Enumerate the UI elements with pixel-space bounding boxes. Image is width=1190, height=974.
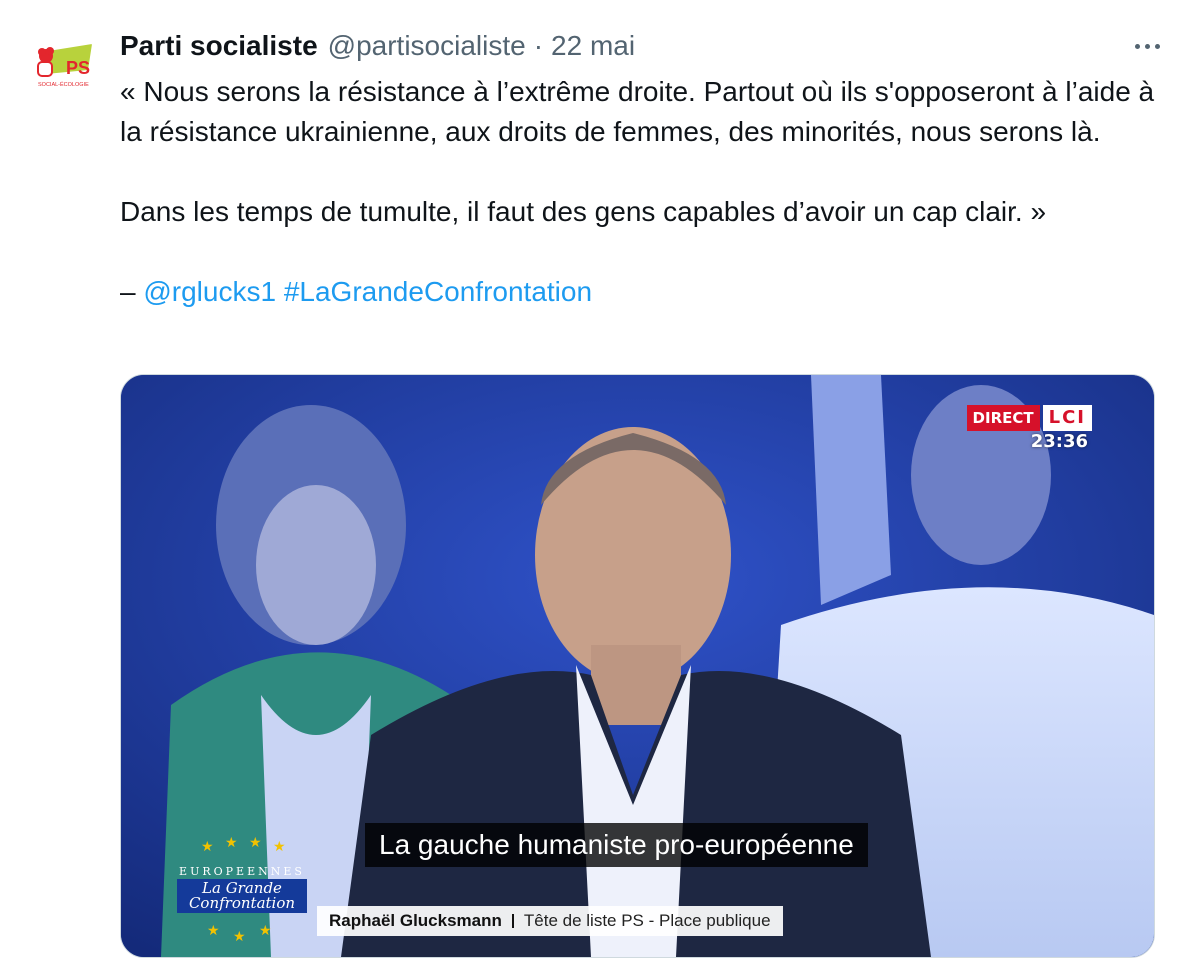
svg-text:★: ★ [233, 928, 246, 944]
signature-prefix: – [120, 276, 144, 307]
tweet-header: Parti socialiste @partisocialiste · 22 m… [120, 26, 1160, 66]
broadcast-clock: 23:36 [1030, 431, 1088, 452]
lower-third-divider [511, 914, 514, 928]
svg-text:★: ★ [207, 922, 220, 938]
tweet-media-video[interactable]: DIRECT LCI 23:36 La gauche humaniste pro… [120, 374, 1155, 958]
speaker-name: Raphaël Glucksmann [329, 911, 502, 930]
more-horizontal-icon [1135, 43, 1140, 49]
show-title-line-2: Confrontation [188, 894, 296, 912]
avatar-sublabel: SOCIAL-ÉCOLOGIE [38, 81, 89, 88]
tweet-paragraph-1: « Nous serons la résistance à l’extrême … [120, 76, 1155, 147]
live-badge: DIRECT LCI [966, 405, 1092, 431]
svg-text:★: ★ [225, 835, 238, 850]
speaker-role: Tête de liste PS - Place publique [523, 911, 771, 930]
show-title-top: EUROPEENNES [179, 865, 305, 878]
svg-text:★: ★ [201, 838, 214, 854]
show-logo: ★ ★ ★ ★ ★ ★ ★ EUROPEENNES La Grande Conf… [177, 834, 307, 945]
lower-third-banner: Raphaël Glucksmann Tête de liste PS - Pl… [317, 906, 783, 936]
svg-text:★: ★ [273, 838, 286, 854]
hashtag-link[interactable]: #LaGrandeConfrontation [284, 276, 592, 307]
avatar-label: PS [66, 58, 90, 78]
show-title-main: La Grande Confrontation [177, 879, 307, 913]
tweet-paragraph-2: Dans les temps de tumulte, il faut des g… [120, 196, 1047, 227]
more-horizontal-icon-dot [1145, 43, 1150, 49]
svg-text:★: ★ [249, 835, 262, 850]
direct-label: DIRECT [966, 405, 1040, 431]
separator-dot: · [533, 30, 544, 61]
svg-text:★: ★ [259, 922, 272, 938]
more-options-button[interactable] [1120, 32, 1160, 60]
author-avatar[interactable]: PS SOCIAL-ÉCOLOGIE [24, 30, 100, 106]
author-handle[interactable]: @partisocialiste [328, 26, 526, 66]
tweet-date[interactable]: 22 mai [551, 26, 635, 66]
tweet-card[interactable]: PS SOCIAL-ÉCOLOGIE Parti socialiste @par… [0, 0, 1190, 974]
video-subtitle: La gauche humaniste pro-européenne [365, 823, 868, 867]
tweet-signature: – @rglucks1 #LaGrandeConfrontation [120, 272, 1165, 312]
author-name[interactable]: Parti socialiste [120, 26, 318, 66]
ps-logo-icon: PS SOCIAL-ÉCOLOGIE [37, 44, 92, 88]
mention-link[interactable]: @rglucks1 [143, 276, 276, 307]
tweet-text: « Nous serons la résistance à l’extrême … [120, 72, 1165, 312]
channel-logo: LCI [1042, 405, 1092, 431]
more-horizontal-icon-dot [1155, 43, 1160, 49]
